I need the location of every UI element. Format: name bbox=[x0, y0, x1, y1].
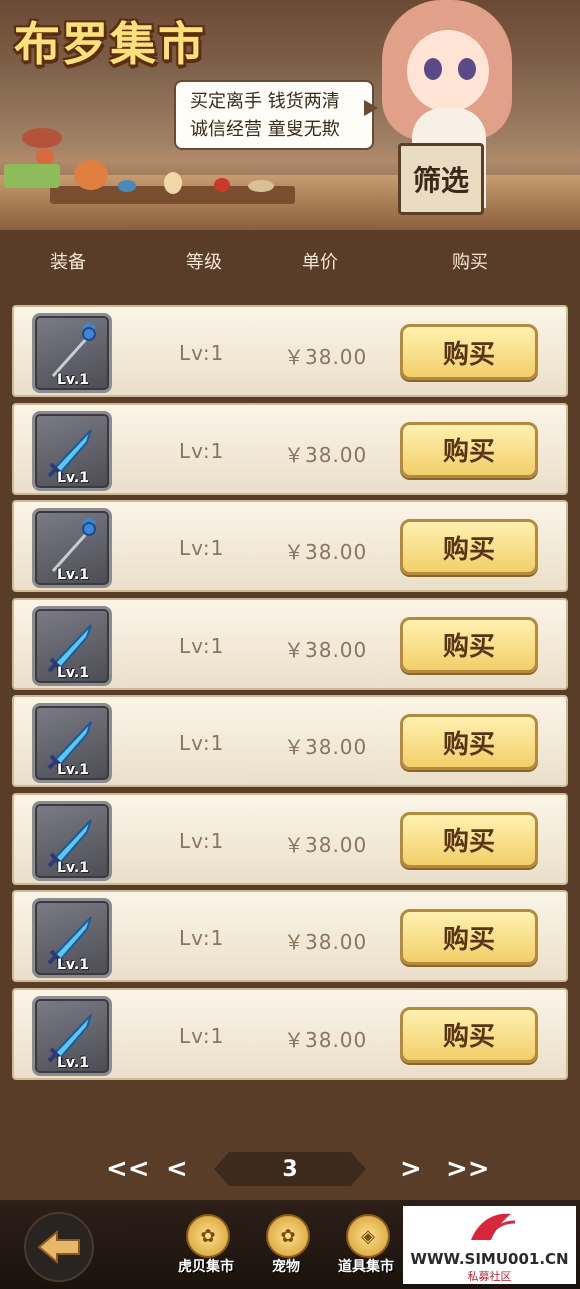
item-slot[interactable]: Lv.1 bbox=[32, 605, 112, 686]
filter-button[interactable]: 筛选 bbox=[398, 143, 484, 215]
next-page-button[interactable]: > bbox=[400, 1154, 422, 1184]
item-price: ￥38.00 bbox=[284, 832, 368, 857]
item-price: ￥38.00 bbox=[284, 930, 368, 954]
nav-pets[interactable]: ✿ 宠物 bbox=[254, 1214, 318, 1284]
item-level-tag: Lv.1 bbox=[57, 957, 89, 973]
item-level: Lv:1 bbox=[179, 1023, 225, 1048]
column-level: 等级 bbox=[186, 252, 222, 273]
nav-label: 道具集市 bbox=[338, 1259, 394, 1275]
item-slot[interactable]: Lv.1 bbox=[32, 898, 112, 978]
pagination: << < 3 > >> bbox=[0, 1150, 580, 1190]
nav-label: 虎贝集市 bbox=[178, 1259, 234, 1275]
item-level-tag: Lv.1 bbox=[57, 372, 89, 388]
item-slot[interactable]: Lv.1 bbox=[32, 410, 112, 491]
item-price: ￥38.00 bbox=[284, 1027, 368, 1052]
item-row: Lv.1 Lv:1 ￥38.00 购买 bbox=[12, 597, 568, 690]
paw-medal-icon: ✿ bbox=[186, 1214, 230, 1258]
item-level: Lv:1 bbox=[179, 438, 225, 463]
item-row: Lv.1 Lv:1 ￥38.00 购买 bbox=[12, 402, 568, 495]
speech-line-2: 诚信经营 童叟无欺 bbox=[190, 119, 340, 140]
item-level-tag: Lv.1 bbox=[57, 1054, 89, 1071]
watermark: WWW.SIMU001.CN 私募社区 bbox=[403, 1206, 576, 1284]
bag-medal-icon: ◈ bbox=[346, 1214, 390, 1258]
market-banner: 布罗集市 买定离手 钱货两清 诚信经营 童叟无欺 bbox=[0, 0, 580, 230]
buy-button[interactable]: 购买 bbox=[400, 519, 538, 575]
nav-item-market[interactable]: ◈ 道具集市 bbox=[334, 1214, 398, 1284]
column-buy: 购买 bbox=[452, 252, 488, 273]
prev-page-button[interactable]: < bbox=[166, 1154, 188, 1184]
item-price: ￥38.00 bbox=[284, 637, 368, 662]
item-slot[interactable]: Lv.1 bbox=[32, 800, 112, 881]
last-page-button[interactable]: >> bbox=[446, 1154, 490, 1184]
item-slot[interactable]: Lv.1 bbox=[32, 508, 112, 588]
goods-item bbox=[4, 164, 60, 188]
column-header-row: 装备 等级 单价 购买 bbox=[0, 238, 580, 282]
buy-button[interactable]: 购买 bbox=[400, 811, 538, 868]
market-title: 布罗集市 bbox=[14, 17, 206, 71]
watermark-subtitle: 私募社区 bbox=[467, 1270, 512, 1283]
item-price: ￥38.00 bbox=[284, 735, 368, 759]
item-level: Lv:1 bbox=[179, 341, 225, 365]
item-price: ￥38.00 bbox=[284, 442, 368, 467]
goods-item bbox=[214, 178, 230, 192]
buy-button[interactable]: 购买 bbox=[400, 616, 538, 673]
buy-button[interactable]: 购买 bbox=[400, 1006, 538, 1063]
goods-item bbox=[164, 172, 182, 194]
item-slot[interactable]: Lv.1 bbox=[32, 703, 112, 783]
first-page-button[interactable]: << bbox=[106, 1154, 150, 1184]
item-row: Lv.1 Lv:1 ￥38.00 购买 bbox=[12, 987, 568, 1080]
paw-medal-icon: ✿ bbox=[266, 1214, 310, 1258]
buy-button[interactable]: 购买 bbox=[400, 421, 538, 478]
item-slot[interactable]: Lv.1 bbox=[32, 995, 112, 1076]
item-level-tag: Lv.1 bbox=[57, 762, 89, 778]
item-row: Lv.1 Lv:1 ￥38.00 购买 bbox=[12, 890, 568, 982]
buy-button[interactable]: 购买 bbox=[400, 714, 538, 770]
item-level-tag: Lv.1 bbox=[57, 469, 89, 486]
item-row: Lv.1 Lv:1 ￥38.00 购买 bbox=[12, 695, 568, 787]
item-price: ￥38.00 bbox=[284, 345, 368, 369]
item-level-tag: Lv.1 bbox=[57, 567, 89, 583]
item-row: Lv.1 Lv:1 ￥38.00 购买 bbox=[12, 305, 568, 397]
item-list: Lv.1 Lv:1 ￥38.00 购买 Lv.1 Lv:1 ￥38.00 购买 … bbox=[12, 305, 568, 1085]
item-price: ￥38.00 bbox=[284, 540, 368, 564]
watermark-url: WWW.SIMU001.CN bbox=[410, 1250, 569, 1268]
item-level: Lv:1 bbox=[179, 536, 225, 560]
item-level: Lv:1 bbox=[179, 926, 225, 950]
back-arrow-icon bbox=[37, 1230, 80, 1264]
goods-item bbox=[74, 160, 108, 190]
goods-item bbox=[22, 128, 62, 148]
column-equip: 装备 bbox=[50, 252, 86, 273]
buy-button[interactable]: 购买 bbox=[400, 909, 538, 965]
item-level-tag: Lv.1 bbox=[57, 664, 89, 681]
item-level-tag: Lv.1 bbox=[57, 859, 89, 876]
item-row: Lv.1 Lv:1 ￥38.00 购买 bbox=[12, 792, 568, 885]
item-level: Lv:1 bbox=[179, 731, 225, 755]
nav-tiger-market[interactable]: ✿ 虎贝集市 bbox=[174, 1214, 238, 1284]
current-page: 3 bbox=[214, 1152, 366, 1186]
column-price: 单价 bbox=[302, 252, 338, 273]
item-row: Lv.1 Lv:1 ￥38.00 购买 bbox=[12, 500, 568, 592]
speech-line-1: 买定离手 钱货两清 bbox=[190, 91, 340, 112]
goods-item bbox=[248, 180, 274, 192]
item-slot[interactable]: Lv.1 bbox=[32, 313, 112, 393]
buy-button[interactable]: 购买 bbox=[400, 324, 538, 380]
item-level: Lv:1 bbox=[179, 633, 225, 658]
item-level: Lv:1 bbox=[179, 828, 225, 853]
back-button[interactable] bbox=[24, 1212, 94, 1282]
watermark-logo-icon bbox=[471, 1213, 516, 1241]
nav-label: 宠物 bbox=[272, 1259, 300, 1275]
speech-bubble: 买定离手 钱货两清 诚信经营 童叟无欺 bbox=[174, 80, 378, 150]
goods-item bbox=[118, 180, 136, 192]
